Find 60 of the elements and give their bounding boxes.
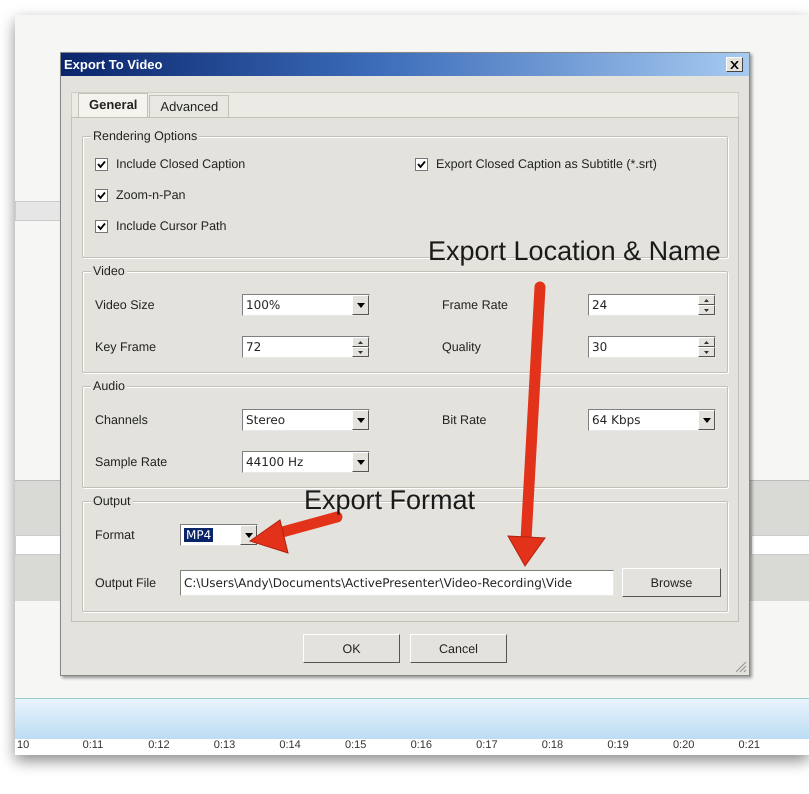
time-label: 0:18: [542, 739, 564, 753]
field-label: Format: [95, 528, 136, 542]
close-button[interactable]: [726, 57, 743, 72]
spin-up-icon[interactable]: [352, 337, 369, 347]
cancel-button[interactable]: Cancel: [410, 634, 507, 663]
output-file-field[interactable]: C:\Users\Andy\Documents\ActivePresenter\Video-Recording\Vide: [180, 570, 614, 596]
time-label: 0:20: [672, 739, 696, 753]
resize-grip-icon[interactable]: [735, 661, 747, 673]
checkbox[interactable]: [95, 188, 108, 202]
field-label: Frame Rate: [442, 298, 509, 312]
time-label: 0:16: [410, 739, 433, 753]
time-label: 0:14: [279, 739, 302, 753]
close-icon: [730, 60, 739, 68]
dropdown-field[interactable]: 64 Kbps: [588, 409, 716, 431]
spin-up-icon[interactable]: [698, 295, 715, 305]
time-label: 0:17: [476, 739, 499, 753]
time-label: 10: [17, 739, 30, 753]
format-dropdown[interactable]: MP4: [180, 524, 258, 546]
ok-button[interactable]: OK: [303, 634, 400, 663]
annotation-label: Export Format: [304, 485, 476, 516]
time-label: 0:15: [344, 739, 368, 753]
spin-down-icon[interactable]: [698, 347, 715, 357]
time-label: 0:13: [214, 739, 236, 753]
time-label: 0:19: [607, 739, 630, 753]
spinner-field[interactable]: 72: [242, 336, 370, 358]
spin-up-icon[interactable]: [698, 337, 715, 347]
window-title: Export To Video: [64, 57, 162, 72]
time-label: 0:12: [148, 739, 171, 753]
field-label: Key Frame: [95, 340, 158, 354]
dropdown-field[interactable]: 44100 Hz: [242, 451, 370, 473]
group-label: Audio: [93, 379, 125, 393]
checkbox[interactable]: [95, 158, 108, 170]
field-label: Bit Rate: [442, 413, 488, 427]
field-label: Output File: [95, 576, 158, 590]
time-label: 0:11: [82, 739, 104, 753]
field-label: Channels: [95, 413, 149, 427]
checkbox-label: Include Cursor Path: [116, 219, 226, 233]
tab[interactable]: General: [78, 93, 148, 117]
spinner-field[interactable]: 30: [588, 336, 716, 358]
checkbox[interactable]: [415, 158, 428, 170]
spin-down-icon[interactable]: [352, 347, 369, 357]
checkbox-label: Export Closed Caption as Subtitle (*.srt): [436, 157, 657, 171]
dropdown-field[interactable]: 100%: [242, 294, 370, 316]
input-field[interactable]: [751, 535, 809, 555]
checkbox[interactable]: [95, 220, 108, 232]
spinner-field[interactable]: 24: [588, 294, 716, 316]
annotation-label: Export Location & Name: [428, 236, 721, 267]
browse-button[interactable]: Browse: [622, 568, 721, 597]
checkbox-label: Include Closed Caption: [116, 157, 246, 171]
spin-down-icon[interactable]: [698, 305, 715, 315]
dropdown-field[interactable]: Stereo: [242, 409, 370, 431]
field-label: Sample Rate: [95, 455, 168, 469]
field-label: Video Size: [95, 298, 156, 312]
group-label: Rendering Options: [93, 129, 198, 143]
group-label: Video: [93, 264, 125, 278]
group-label: Output: [93, 494, 131, 508]
field-label: Quality: [442, 340, 482, 354]
checkbox-label: Zoom-n-Pan: [116, 188, 186, 202]
tab[interactable]: Advanced: [149, 95, 230, 117]
time-label: 0:21: [738, 739, 761, 753]
